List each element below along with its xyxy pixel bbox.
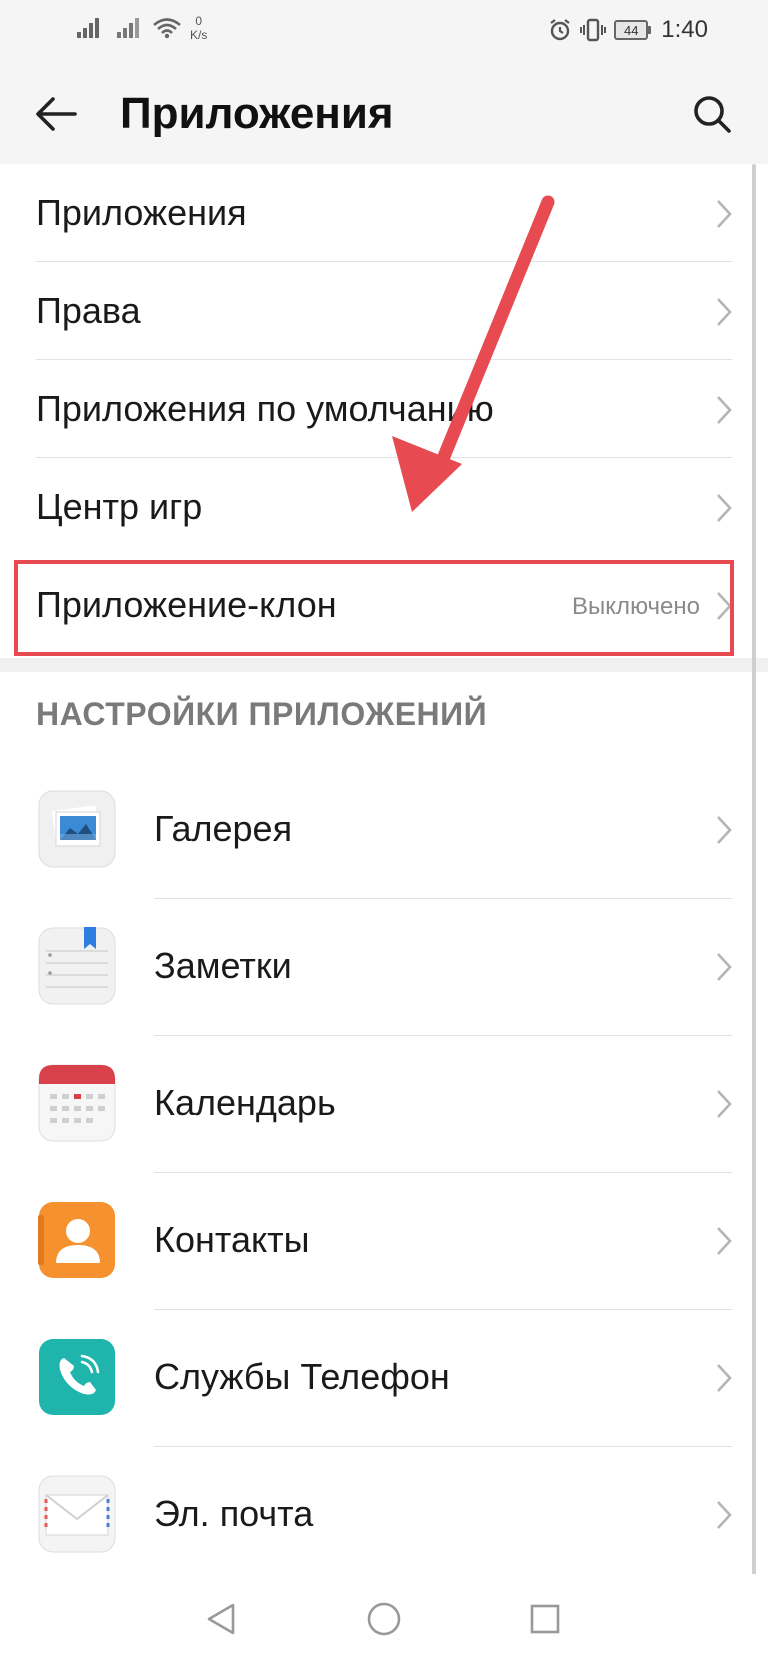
app-item-label: Заметки	[154, 945, 292, 986]
vibrate-icon	[580, 18, 607, 42]
calendar-icon	[38, 1064, 116, 1142]
net-speed: 0 K/s	[190, 14, 207, 42]
chevron-right-icon	[717, 396, 732, 424]
page-title: Приложения	[120, 89, 394, 138]
nav-recents-button[interactable]	[520, 1594, 570, 1644]
email-icon	[38, 1475, 116, 1553]
signal-icon	[77, 18, 99, 38]
app-item-label: Галерея	[154, 808, 293, 849]
app-item-email[interactable]: Эл. почта	[0, 1447, 768, 1584]
menu-item-label: Приложения	[36, 192, 247, 233]
chevron-right-icon	[717, 1090, 732, 1118]
app-item-phone-services[interactable]: Службы Телефон	[0, 1310, 768, 1447]
app-item-calendar[interactable]: Календарь	[0, 1036, 768, 1173]
gallery-icon	[38, 790, 116, 868]
alarm-icon	[550, 19, 570, 41]
app-item-gallery[interactable]: Галерея	[0, 762, 768, 899]
back-button[interactable]	[28, 86, 84, 142]
nav-bar	[0, 1574, 768, 1664]
menu-item-label: Центр игр	[36, 486, 203, 527]
chevron-right-icon	[717, 592, 732, 620]
phone-icon	[39, 1339, 115, 1415]
screen: 0 K/s 44 1:40 Приложения Приложения Прав…	[0, 0, 768, 1664]
chevron-right-icon	[717, 816, 732, 844]
chevron-right-icon	[717, 953, 732, 981]
app-item-label: Эл. почта	[154, 1493, 314, 1534]
chevron-right-icon	[717, 1501, 732, 1529]
app-item-notes[interactable]: Заметки	[0, 899, 768, 1036]
status-right: 44 1:40	[548, 14, 708, 46]
wifi-icon	[153, 18, 181, 39]
status-left: 0 K/s	[76, 14, 207, 42]
back-arrow-icon	[36, 97, 77, 131]
nav-home-button[interactable]	[359, 1594, 409, 1644]
scrollbar[interactable]	[752, 164, 756, 1594]
nav-recents-icon	[530, 1604, 560, 1634]
signal-icon-secondary	[117, 18, 139, 38]
status-bar: 0 K/s 44 1:40	[0, 0, 768, 60]
app-list: Галерея Заметки Календарь Контакты Служб…	[0, 762, 768, 1584]
menu-item-apps[interactable]: Приложения	[0, 164, 768, 262]
menu-item-status: Выключено	[572, 593, 700, 620]
menu-list: Приложения Права Приложения по умолчанию…	[0, 164, 768, 656]
section-header: НАСТРОЙКИ ПРИЛОЖЕНИЙ	[36, 696, 488, 732]
net-speed-value: 0	[195, 14, 203, 28]
menu-item-label: Приложение-клон	[36, 584, 337, 625]
notes-icon	[38, 927, 116, 1005]
net-speed-unit: K/s	[190, 28, 208, 42]
chevron-right-icon	[717, 298, 732, 326]
chevron-right-icon	[717, 494, 732, 522]
app-item-label: Службы Телефон	[154, 1356, 450, 1397]
chevron-right-icon	[717, 200, 732, 228]
menu-item-label: Права	[36, 290, 141, 331]
battery-tip	[648, 26, 652, 34]
chevron-right-icon	[717, 1364, 732, 1392]
search-icon	[694, 96, 731, 133]
menu-item-default-apps[interactable]: Приложения по умолчанию	[0, 360, 768, 458]
clock: 1:40	[661, 16, 708, 43]
nav-back-button[interactable]	[196, 1594, 246, 1644]
app-item-label: Календарь	[154, 1082, 336, 1123]
nav-back-icon	[207, 1603, 235, 1635]
chevron-right-icon	[717, 1227, 732, 1255]
contacts-icon	[38, 1202, 115, 1278]
app-bar: Приложения	[0, 60, 768, 164]
section-gap	[0, 658, 768, 672]
app-item-label: Контакты	[154, 1219, 310, 1260]
app-item-contacts[interactable]: Контакты	[0, 1173, 768, 1310]
menu-item-game-center[interactable]: Центр игр	[0, 458, 768, 556]
battery-indicator: 44	[614, 20, 652, 40]
menu-item-permissions[interactable]: Права	[0, 262, 768, 360]
menu-item-app-twin[interactable]: Приложение-клон Выключено	[0, 556, 768, 654]
search-button[interactable]	[684, 86, 740, 142]
nav-home-icon	[367, 1602, 401, 1636]
menu-item-label: Приложения по умолчанию	[36, 388, 494, 429]
battery-level: 44	[614, 20, 649, 40]
